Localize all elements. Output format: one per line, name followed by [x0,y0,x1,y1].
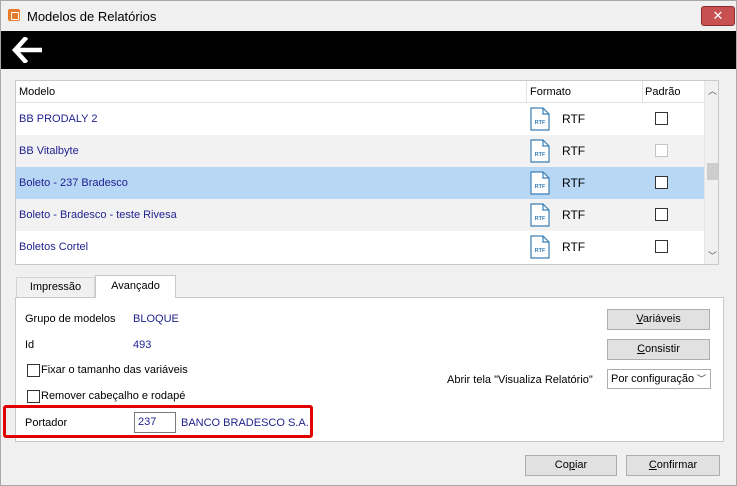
close-button[interactable]: ✕ [701,6,735,26]
padrao-checkbox[interactable] [655,112,668,125]
table-row[interactable]: BB Vitalbyte RTF RTF [16,135,704,167]
model-name: BB PRODALY 2 [19,113,98,125]
remover-cabecalho-label[interactable]: Remover cabeçalho e rodapé [41,390,185,402]
rtf-file-icon: RTF [530,203,550,227]
confirmar-button[interactable]: Confirmar [626,455,720,476]
window-title: Modelos de Relatórios [27,9,157,24]
rtf-file-icon: RTF [530,235,550,259]
padrao-checkbox[interactable] [655,208,668,221]
visualiza-relatorio-value: Por configuração [611,373,695,385]
chevron-down-icon: ﹀ [696,374,706,384]
id-label: Id [25,339,35,351]
fixar-tamanho-label[interactable]: Fixar o tamanho das variáveis [41,364,188,376]
window: Modelos de Relatórios ✕ Modelo Formato P… [0,0,737,486]
red-highlight-box [3,405,313,438]
padrao-checkbox[interactable] [655,176,668,189]
grid-header: Modelo Formato Padrão [16,81,704,103]
model-name: Boletos Cortel [19,241,89,253]
rtf-icon-text: RTF [535,152,546,158]
column-divider[interactable] [642,81,643,103]
rtf-icon-text: RTF [535,120,546,126]
variaveis-button[interactable]: Variáveis [607,309,710,330]
format-value: RTF [562,176,586,190]
scroll-up-icon[interactable]: ︿ [705,83,718,99]
consistir-button[interactable]: Consistir [607,339,710,360]
table-row[interactable]: Boletos Cortel RTF RTF [16,231,704,263]
table-row-selected[interactable]: Boleto - 237 Bradesco RTF RTF [16,167,704,199]
table-row[interactable]: BB PRODALY 2 RTF RTF [16,103,704,135]
format-value: RTF [562,112,586,126]
model-name: Boleto - 237 Bradesco [19,177,128,189]
rtf-icon-text: RTF [535,248,546,254]
app-icon [8,9,20,21]
rtf-file-icon: RTF [530,171,550,195]
id-value: 493 [133,339,152,351]
grupo-modelos-value: BLOQUE [133,313,179,325]
padrao-checkbox[interactable] [655,240,668,253]
column-divider[interactable] [526,81,527,103]
column-header-modelo[interactable]: Modelo [19,86,55,98]
tab-avancado[interactable]: Avançado [95,275,176,298]
rtf-icon-text: RTF [535,184,546,190]
rtf-icon-text: RTF [535,216,546,222]
column-header-padrao[interactable]: Padrão [645,86,680,98]
table-row[interactable]: Boleto - Bradesco - teste Rivesa RTF RTF [16,199,704,231]
tab-impressao[interactable]: Impressão [16,277,95,297]
column-header-formato[interactable]: Formato [530,86,571,98]
format-value: RTF [562,240,586,254]
remover-cabecalho-checkbox[interactable] [27,390,40,403]
rtf-file-icon: RTF [530,107,550,131]
abrir-tela-label: Abrir tela "Visualiza Relatório" [447,374,593,386]
visualiza-relatorio-select[interactable]: Por configuração ﹀ [607,369,711,389]
scroll-down-icon[interactable]: ﹀ [705,248,718,264]
format-value: RTF [562,208,586,222]
copiar-button[interactable]: Copiar [525,455,617,476]
vertical-scrollbar[interactable]: ︿ ﹀ [704,81,718,264]
title-bar: Modelos de Relatórios ✕ [1,1,736,31]
toolbar [1,31,736,69]
model-name: Boleto - Bradesco - teste Rivesa [19,209,177,221]
models-grid[interactable]: Modelo Formato Padrão BB PRODALY 2 RTF R… [15,80,719,265]
padrao-checkbox[interactable] [655,144,668,157]
scroll-thumb[interactable] [707,163,718,180]
fixar-tamanho-checkbox[interactable] [27,364,40,377]
grupo-modelos-label: Grupo de modelos [25,313,116,325]
model-name: BB Vitalbyte [19,145,79,157]
back-arrow-icon[interactable] [12,37,44,63]
format-value: RTF [562,144,586,158]
rtf-file-icon: RTF [530,139,550,163]
